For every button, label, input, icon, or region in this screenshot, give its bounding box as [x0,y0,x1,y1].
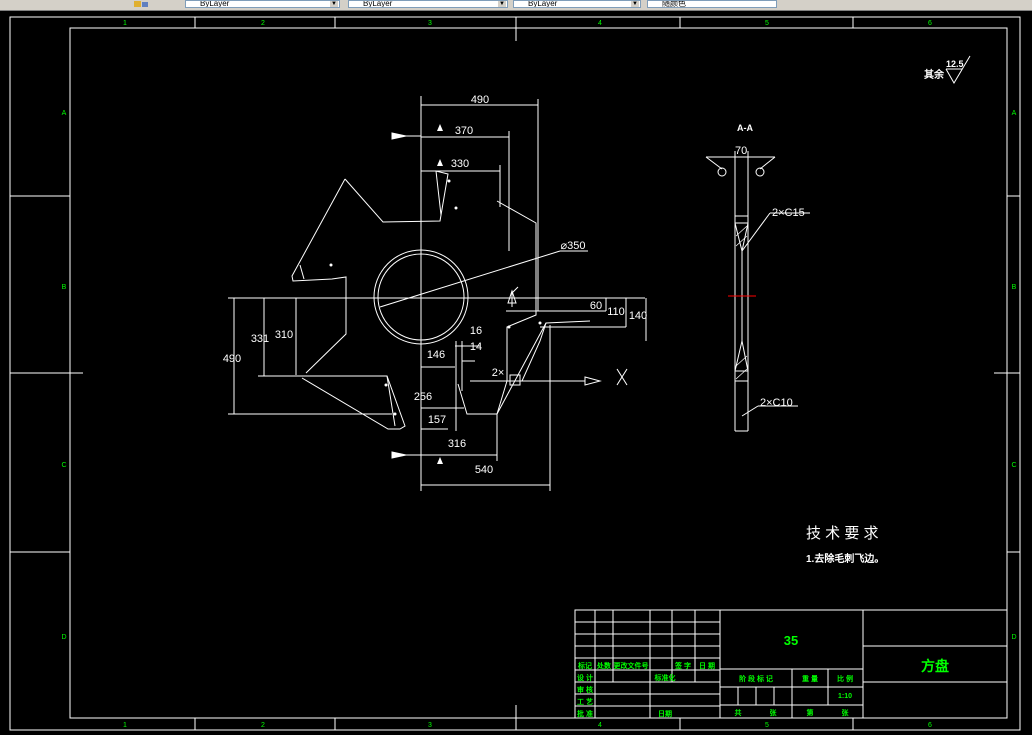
properties-toolbar: ByLayer ▼ ByLayer ▼ ByLayer ▼ 随颜色 [0,0,1032,11]
lineweight-combo-value: ByLayer [528,0,558,8]
zone-col-4: 4 [598,20,602,27]
dim-70: 70 [735,145,747,157]
row-approve: 批 准 [577,709,593,718]
scale-label: 比 例 [837,674,853,683]
chevron-down-icon[interactable]: ▼ [631,1,639,7]
dim-2x: 2× [492,367,505,379]
outer-frame [9,16,1021,731]
date-label: 日期 [658,709,672,718]
roughness-symbol: 其余 12.5 [924,55,971,84]
zone-row-b: B [62,284,67,291]
zone-row-d-right: D [1011,634,1016,641]
chevron-down-icon[interactable]: ▼ [498,1,506,7]
zone-col-5: 5 [765,20,769,27]
scale-value: 1:10 [838,693,852,700]
dim-256: 256 [414,391,432,403]
zone-row-c-right: C [1011,462,1016,469]
color-combo[interactable]: ByLayer ▼ [185,0,340,8]
tech-req-title: 技 术 要 求 [806,525,879,542]
row-process: 工 艺 [577,697,593,706]
material-value: 35 [784,633,798,648]
color-combo-value: ByLayer [200,0,230,8]
dim-331: 331 [251,333,269,345]
zone-col-6-bottom: 6 [928,722,932,729]
linetype-combo-value: ByLayer [363,0,393,8]
lineweight-combo[interactable]: ByLayer ▼ [513,0,641,8]
section-label: A-A [737,123,753,133]
dim-146: 146 [427,349,445,361]
header-signature: 签 字 [674,661,691,670]
roughness-value: 12.5 [946,59,964,69]
tech-req-line1: 1.去除毛刺飞边。 [806,552,884,565]
zone-col-2-bottom: 2 [261,722,265,729]
stage-mark-label: 阶 段 标 记 [739,674,773,683]
zone-col-1-bottom: 1 [123,722,127,729]
header-count: 处数 [596,661,612,670]
sheet-label: 张 [770,708,778,717]
dim-370: 370 [455,125,473,137]
zone-col-6: 6 [928,20,932,27]
dim-chamfer-c15: 2×C15 [772,207,805,219]
roughness-prefix: 其余 [924,68,945,81]
dim-157: 157 [428,414,446,426]
dim-16: 16 [470,325,482,337]
sheet-no-label: 第 [807,708,814,717]
zone-col-4-bottom: 4 [598,722,602,729]
zone-row-b-right: B [1012,284,1017,291]
plotstyle-combo[interactable]: 随颜色 [647,0,777,8]
zone-row-a-right: A [1012,110,1017,117]
dim-540: 540 [475,464,493,476]
header-date: 日 期 [699,661,715,670]
drawing-canvas[interactable]: 1 2 3 4 5 6 1 2 3 4 5 6 A B C D A B C D … [0,11,1032,735]
sheet-label-2: 张 [842,708,850,717]
match-properties-icon[interactable] [132,0,150,9]
dim-110: 110 [607,306,625,318]
dim-490-left: 490 [223,353,241,365]
section-view: A-A 70 2×C15 2×C10 [705,123,810,432]
row-design: 设 计 [577,673,593,682]
dim-60: 60 [590,300,602,312]
dim-316: 316 [448,438,466,450]
zone-col-2: 2 [261,20,265,27]
zone-row-a: A [62,110,67,117]
weight-label: 重 量 [802,674,818,683]
dim-diameter-350: ⌀350 [561,240,586,252]
zone-col-3: 3 [428,20,432,27]
zone-row-c: C [61,462,66,469]
header-mark: 标记 [577,661,592,670]
header-change-doc: 更改文件号 [614,661,649,670]
part-name: 方盘 [921,658,949,674]
dim-chamfer-c10: 2×C10 [760,397,793,409]
zone-col-3-bottom: 3 [428,722,432,729]
dim-140: 140 [629,310,647,322]
plotstyle-combo-value: 随颜色 [662,0,686,8]
dim-14: 14 [470,341,482,353]
chevron-down-icon[interactable]: ▼ [330,1,338,7]
dim-490-top: 490 [471,94,489,106]
row-review: 审 核 [577,685,593,694]
linetype-combo[interactable]: ByLayer ▼ [348,0,508,8]
sheet-total-label: 共 [735,708,742,717]
main-view [228,96,647,491]
zone-col-5-bottom: 5 [765,722,769,729]
dim-310: 310 [275,329,293,341]
standard-label: 标准化 [654,673,676,682]
dim-330: 330 [451,158,469,170]
zone-col-1: 1 [123,20,127,27]
zone-row-d: D [61,634,66,641]
